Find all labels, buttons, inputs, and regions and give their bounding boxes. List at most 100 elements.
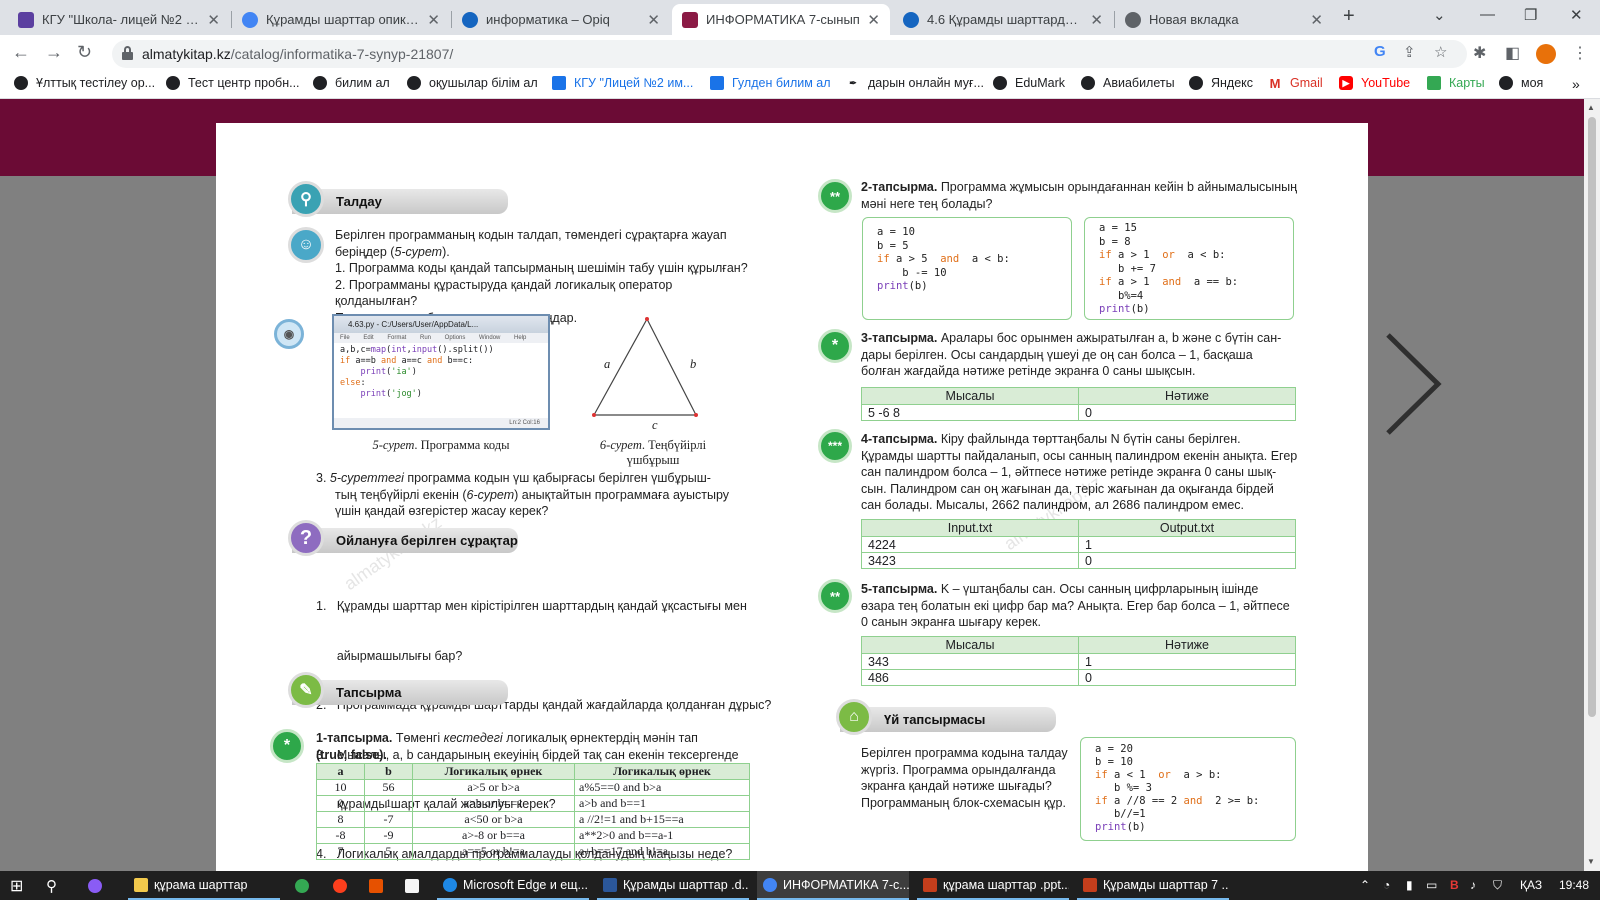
taskbar-app[interactable]: құрама шарттар .ppt... <box>917 871 1069 900</box>
scroll-down-arrow-icon[interactable]: ▼ <box>1587 857 1595 866</box>
table-header: Нәтиже <box>1078 636 1296 654</box>
clock[interactable]: 19:48 <box>1559 878 1589 892</box>
bookmarks-bar: Ұлттық тестілеу ор... Тест центр пробн..… <box>0 71 1600 99</box>
homework-code: a = 20 b = 10 if a < 1 or a > b: b %= 3 … <box>1080 737 1296 841</box>
bookmark-item[interactable]: Яндекс <box>1189 76 1253 90</box>
new-tab-button[interactable]: + <box>1343 5 1355 28</box>
taskbar-app[interactable]: құрама шарттар <box>128 871 280 900</box>
back-arrow-icon[interactable]: ← <box>12 42 30 63</box>
app-circle-icon[interactable] <box>88 871 108 900</box>
google-lens-icon[interactable]: G <box>1374 43 1386 60</box>
maximize-button[interactable]: ❐ <box>1524 6 1537 24</box>
table-header: Мысалы <box>861 387 1079 405</box>
browser-toolbar: ← → ↻ almatykitap.kz/catalog/informatika… <box>0 35 1600 71</box>
browser-tab[interactable]: Құрамды шарттар опик - Поиск ✕ <box>232 4 450 35</box>
tab-close-icon[interactable]: ✕ <box>1090 11 1103 29</box>
side-panel-icon[interactable]: ◧ <box>1505 43 1520 63</box>
table-row: 3423 0 <box>861 552 1296 569</box>
tab-close-icon[interactable]: ✕ <box>1310 11 1323 29</box>
reload-icon[interactable]: ↻ <box>77 42 92 63</box>
language-indicator[interactable]: ҚАЗ <box>1520 878 1542 892</box>
more-bookmarks-icon[interactable]: » <box>1572 76 1580 92</box>
magnifier-icon: ⚲ <box>288 181 324 217</box>
bookmark-item[interactable]: ▶ YouTube <box>1339 76 1410 90</box>
yandex-taskbar-icon[interactable] <box>333 871 353 900</box>
task4-table: Input.txt Output.txt 4224 1 3423 0 <box>861 519 1296 569</box>
forward-arrow-icon[interactable]: → <box>45 42 63 63</box>
network-icon[interactable]: ◔ <box>1383 878 1390 892</box>
opiq-icon <box>462 11 478 28</box>
windows-start-icon[interactable]: ⊞ <box>10 871 23 900</box>
tab-close-icon[interactable]: ✕ <box>427 11 440 29</box>
one-star-icon: * <box>270 729 304 763</box>
next-page-arrow-icon[interactable] <box>1380 329 1450 439</box>
youtube-icon: ▶ <box>1339 76 1353 90</box>
address-bar[interactable]: almatykitap.kz/catalog/informatika-7-syn… <box>112 40 1467 68</box>
browser-tab[interactable]: информатика – Opiq ✕ <box>452 4 670 35</box>
idle-window: 4.63.py - C:/Users/User/AppData/L... Fil… <box>332 314 550 430</box>
shield-icon[interactable]: ⛉ <box>1493 878 1502 893</box>
two-star-icon: ** <box>818 579 852 613</box>
bookmark-item[interactable]: Авиабилеты <box>1081 76 1175 90</box>
browser-tab[interactable]: 4.6 Құрамды шарттарды пр ✕ <box>893 4 1113 35</box>
battery-icon[interactable]: ▭ <box>1426 878 1437 892</box>
store-taskbar-icon[interactable] <box>369 871 389 900</box>
bookmark-star-icon[interactable]: ☆ <box>1434 43 1447 61</box>
volume-icon[interactable]: ♪ <box>1470 878 1476 892</box>
bookmark-item[interactable]: M Gmail <box>1268 76 1323 91</box>
page-scrollbar[interactable]: ▲ ▼ <box>1584 99 1600 871</box>
bookmark-item[interactable]: Карты <box>1427 76 1485 90</box>
page-viewport: almatykitap.kz almatykitap.kz Талдау ⚲ ☺… <box>0 99 1584 871</box>
table-row: 486 0 <box>861 669 1296 686</box>
share-icon[interactable]: ⇪ <box>1403 43 1416 61</box>
minimize-button[interactable]: — <box>1480 6 1495 23</box>
almatykitap-icon <box>682 11 698 28</box>
taskbar-app[interactable]: Құрамды шарттар 7 ... <box>1077 871 1229 900</box>
table-row: 10 56 a>5 or b>a a%5==0 and b>a <box>316 779 750 796</box>
browser-tab-active[interactable]: ИНФОРМАТИКА 7-сынып ✕ <box>672 4 890 35</box>
bookmark-item[interactable]: моя <box>1499 76 1543 90</box>
browser-tab[interactable]: Новая вкладка ✕ <box>1115 4 1333 35</box>
profile-avatar[interactable] <box>1536 44 1556 64</box>
taskbar-app[interactable]: Құрамды шарттар .d... <box>597 871 749 900</box>
search-icon[interactable]: ⚲ <box>46 871 57 900</box>
tab-close-icon[interactable]: ✕ <box>207 11 220 29</box>
tab-close-icon[interactable]: ✕ <box>867 11 880 29</box>
task2-text: 2-тапсырма. Программа жұмысын орындағанн… <box>861 180 1298 211</box>
idle-code: a,b,c=map(int,input().split()) if a==b a… <box>340 345 494 399</box>
opiq-icon <box>903 11 919 28</box>
bookmark-item[interactable]: EduMark <box>993 76 1065 90</box>
taskbar-app[interactable]: Microsoft Edge и ещ... <box>437 871 589 900</box>
scroll-up-arrow-icon[interactable]: ▲ <box>1587 103 1595 112</box>
chrome-taskbar-icon[interactable] <box>295 871 315 900</box>
taskbar-app-active[interactable]: ИНФОРМАТИКА 7-с... <box>757 871 909 900</box>
microphone-icon[interactable]: ▮ <box>1406 878 1413 892</box>
lock-icon[interactable] <box>122 46 133 60</box>
globe-icon <box>166 76 180 90</box>
antivirus-icon[interactable]: B <box>1450 878 1459 892</box>
bookmark-item[interactable]: КГУ "Лицей №2 им... <box>552 76 693 90</box>
scroll-thumb[interactable] <box>1588 117 1596 717</box>
figure5-caption: 5-сурет. Программа коды <box>372 438 510 452</box>
bookmark-item[interactable]: оқушылар білім ал <box>407 76 538 90</box>
tab-close-icon[interactable]: ✕ <box>647 11 660 29</box>
bookmark-item[interactable]: ✒ дарын онлайн муғ... <box>846 76 984 90</box>
idle-status: Ln:2 Col:16 <box>334 418 548 428</box>
bookmark-item[interactable]: билим ал <box>313 76 390 90</box>
chrome-icon <box>1125 11 1141 28</box>
bookmark-item[interactable]: Гулден билим ал <box>710 76 831 90</box>
close-window-button[interactable]: ✕ <box>1570 6 1583 24</box>
globe-icon <box>1081 76 1095 90</box>
tab-search-chevron-icon[interactable]: ⌄ <box>1433 6 1446 24</box>
textbook-page: almatykitap.kz almatykitap.kz Талдау ⚲ ☺… <box>216 123 1368 871</box>
bookmark-item[interactable]: Тест центр пробн... <box>166 76 300 90</box>
table-header: Output.txt <box>1078 519 1296 537</box>
extensions-puzzle-icon[interactable]: ✱ <box>1473 43 1486 63</box>
browser-tab[interactable]: КГУ "Школа- лицей №2 имени ✕ <box>8 4 230 35</box>
menu-kebab-icon[interactable]: ⋮ <box>1572 43 1588 63</box>
table-header: Нәтиже <box>1078 387 1296 405</box>
url-text[interactable]: almatykitap.kz/catalog/informatika-7-syn… <box>142 46 453 62</box>
tray-chevron-icon[interactable]: ⌃ <box>1360 878 1370 892</box>
notes-taskbar-icon[interactable] <box>405 871 425 900</box>
bookmark-item[interactable]: Ұлттық тестілеу ор... <box>14 76 155 90</box>
